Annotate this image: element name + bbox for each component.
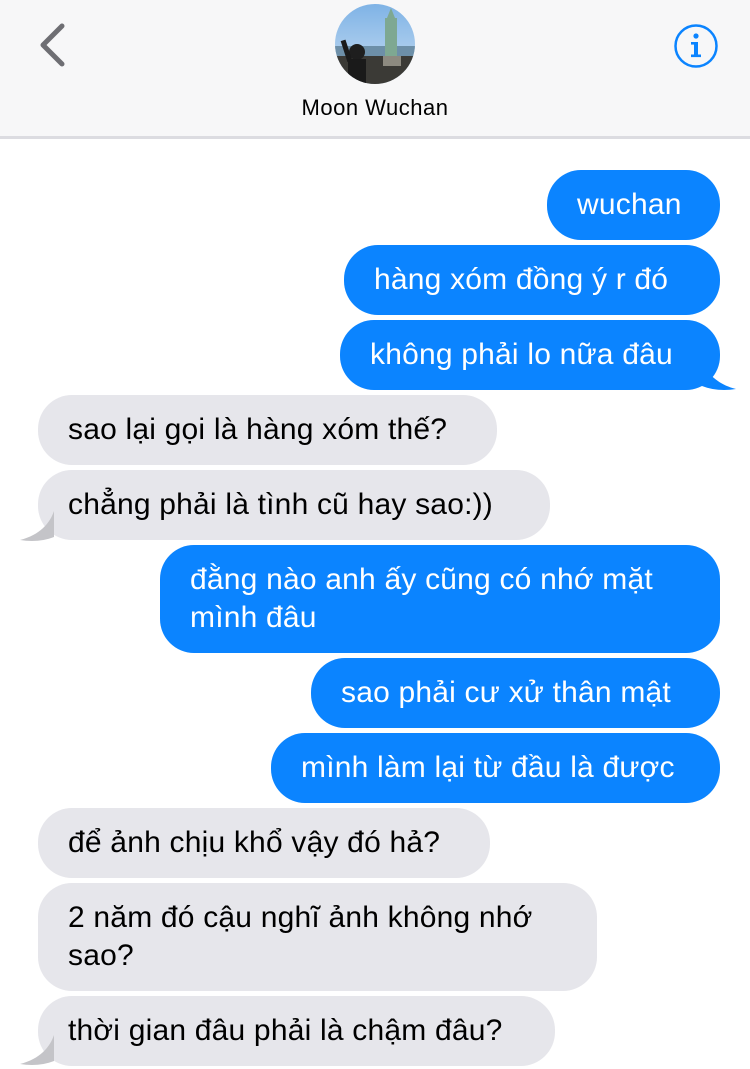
message-text: sao lại gọi là hàng xóm thế?	[68, 413, 448, 446]
message-text: sao phải cư xử thân mật	[341, 676, 671, 709]
message-bubble-outgoing[interactable]: hàng xóm đồng ý r đó	[344, 245, 720, 315]
message-text: thời gian đâu phải là chậm đâu?	[68, 1014, 503, 1047]
message-bubble-incoming[interactable]: chẳng phải là tình cũ hay sao:))	[38, 470, 550, 540]
info-button[interactable]	[673, 23, 719, 69]
bubble-tail-incoming	[20, 511, 54, 541]
message-text-line: mình đâu	[190, 601, 317, 634]
message-bubble-outgoing[interactable]: wuchan	[547, 170, 720, 240]
contact-name[interactable]: Moon Wuchan	[0, 95, 750, 121]
message-text-line: đằng nào anh ấy cũng có nhớ mặt	[190, 563, 653, 596]
avatar-photo	[335, 4, 415, 84]
message-bubble-incoming[interactable]: để ảnh chịu khổ vậy đó hả?	[38, 808, 490, 878]
message-text-line: 2 năm đó cậu nghĩ ảnh không nhớ	[68, 901, 533, 934]
message-bubble-outgoing[interactable]: đằng nào anh ấy cũng có nhớ mặt mình đâu	[160, 545, 720, 653]
message-bubble-outgoing[interactable]: mình làm lại từ đầu là được	[271, 733, 720, 803]
message-text: mình làm lại từ đầu là được	[301, 751, 675, 784]
message-bubble-incoming[interactable]: thời gian đâu phải là chậm đâu?	[38, 996, 555, 1066]
message-bubble-incoming[interactable]: sao lại gọi là hàng xóm thế?	[38, 395, 497, 465]
message-bubble-outgoing[interactable]: không phải lo nữa đâu	[340, 320, 720, 390]
message-thread[interactable]: wuchan hàng xóm đồng ý r đó không phải l…	[0, 139, 750, 1069]
message-text: không phải lo nữa đâu	[370, 338, 673, 371]
contact-avatar[interactable]	[335, 4, 415, 84]
conversation-header: Moon Wuchan	[0, 0, 750, 139]
message-text: chẳng phải là tình cũ hay sao:))	[68, 488, 493, 521]
message-text: để ảnh chịu khổ vậy đó hả?	[68, 826, 441, 859]
info-icon	[674, 24, 718, 68]
bubble-tail-outgoing	[702, 360, 736, 390]
bubble-tail-incoming	[20, 1035, 54, 1065]
message-bubble-outgoing[interactable]: sao phải cư xử thân mật	[311, 658, 720, 728]
message-text: hàng xóm đồng ý r đó	[374, 263, 669, 296]
chevron-left-icon	[40, 23, 65, 67]
back-button[interactable]	[30, 20, 78, 70]
message-text: wuchan	[577, 188, 682, 221]
messages-app: Moon Wuchan wuchan hàng xóm đồng ý r đó …	[0, 0, 750, 1069]
message-bubble-incoming[interactable]: 2 năm đó cậu nghĩ ảnh không nhớ sao?	[38, 883, 597, 991]
message-text-line: sao?	[68, 939, 134, 972]
